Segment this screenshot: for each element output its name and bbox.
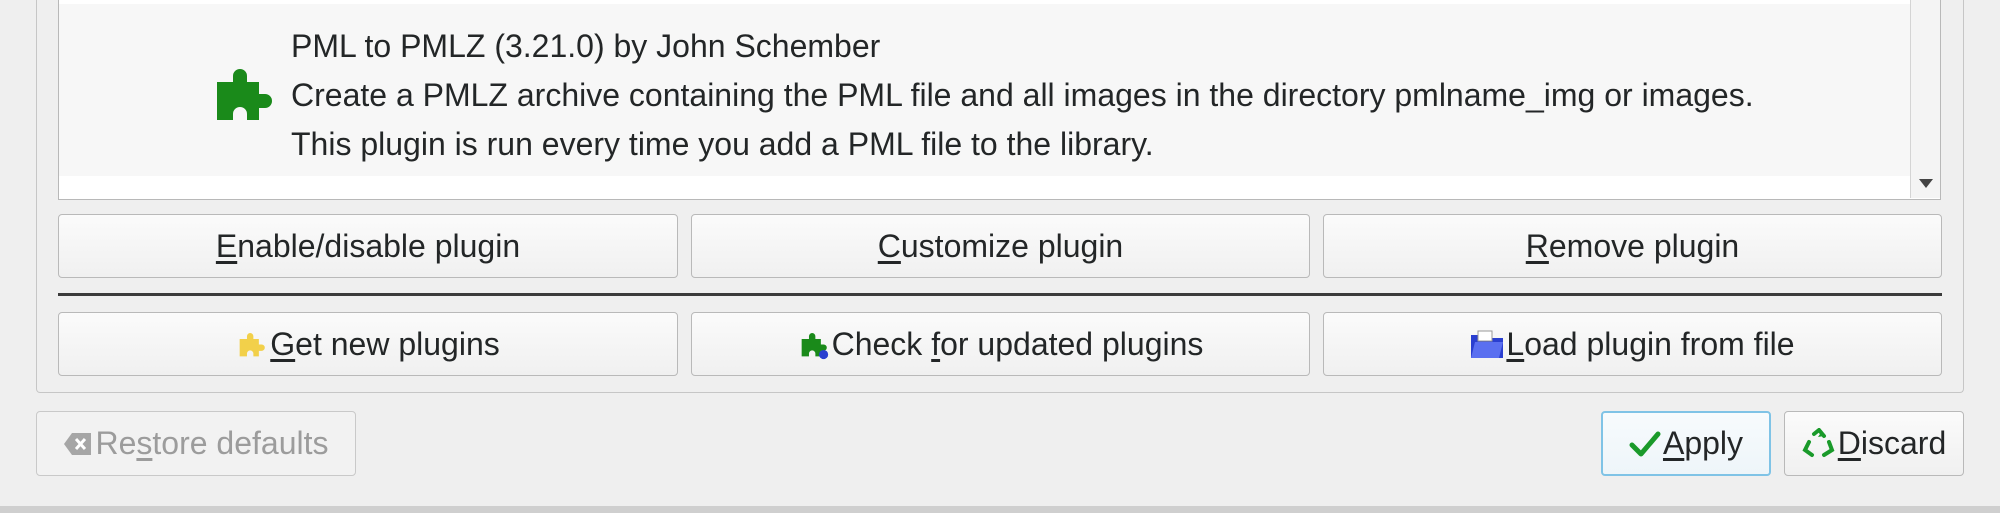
green-puzzle-icon (798, 328, 830, 360)
plugin-list[interactable]: PML to PMLZ (3.21.0) by John Schember Cr… (58, 0, 1941, 200)
apply-button[interactable]: Apply (1601, 411, 1771, 476)
check-icon (1629, 430, 1661, 458)
button-label: Remove plugin (1525, 227, 1740, 264)
get-new-plugins-button[interactable]: Get new plugins (58, 312, 678, 376)
plugin-text: PML to PMLZ (3.21.0) by John Schember Cr… (291, 22, 1754, 169)
remove-plugin-button[interactable]: Remove plugin (1323, 214, 1942, 278)
button-label: Load plugin from file (1506, 325, 1795, 362)
discard-button[interactable]: Discard (1784, 411, 1964, 476)
button-label: Check for updated plugins (831, 325, 1204, 362)
enable-disable-plugin-button[interactable]: Enable/disable plugin (58, 214, 678, 278)
button-label: Restore defaults (95, 425, 329, 461)
button-label: Apply (1662, 425, 1744, 461)
button-label: Discard (1837, 425, 1947, 461)
check-updated-plugins-button[interactable]: Check for updated plugins (691, 312, 1310, 376)
vertical-scrollbar[interactable] (1910, 0, 1940, 198)
restore-defaults-button[interactable]: Restore defaults (36, 411, 356, 476)
clear-icon (63, 431, 93, 457)
puzzle-piece-icon (209, 58, 279, 128)
yellow-puzzle-icon (236, 328, 268, 360)
scroll-down-arrow-icon[interactable] (1911, 168, 1940, 198)
plugin-list-item[interactable]: PML to PMLZ (3.21.0) by John Schember Cr… (59, 4, 1912, 176)
folder-icon (1470, 329, 1504, 359)
plugin-title: PML to PMLZ (3.21.0) by John Schember (291, 28, 881, 64)
button-label: Get new plugins (270, 325, 500, 362)
recycle-icon (1802, 427, 1836, 460)
button-label: Enable/disable plugin (215, 227, 521, 264)
plugin-description-line1: Create a PMLZ archive containing the PML… (291, 77, 1754, 113)
separator-line (58, 293, 1942, 296)
window-bottom-edge (0, 506, 2000, 513)
load-plugin-from-file-button[interactable]: Load plugin from file (1323, 312, 1942, 376)
button-label: Customize plugin (877, 227, 1124, 264)
plugin-description-line2: This plugin is run every time you add a … (291, 126, 1154, 162)
customize-plugin-button[interactable]: Customize plugin (691, 214, 1310, 278)
